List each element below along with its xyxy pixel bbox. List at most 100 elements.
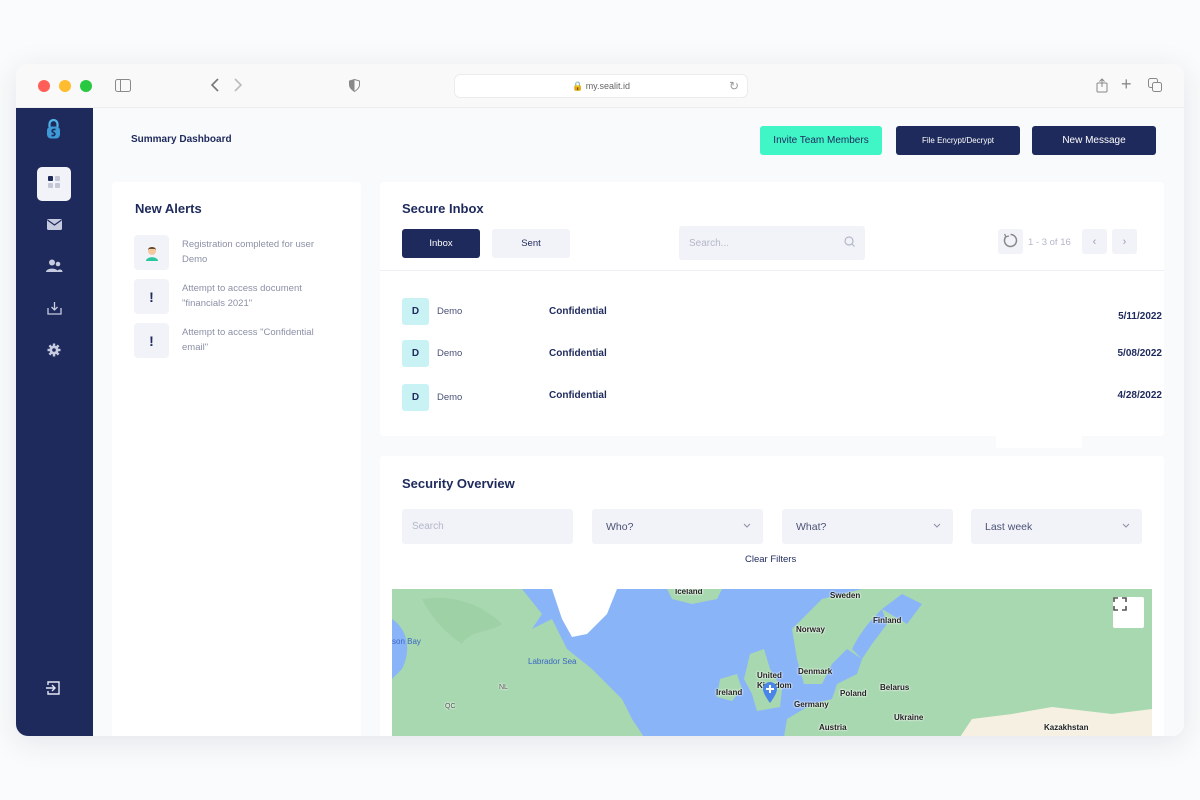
- inbox-title: Secure Inbox: [402, 201, 484, 216]
- map-label: QC: [445, 703, 456, 710]
- map-label: Sweden: [830, 591, 861, 600]
- inbox-search-input[interactable]: Search...: [679, 226, 865, 260]
- message-date: 5/11/2022: [1118, 311, 1162, 322]
- maximize-window-button[interactable]: [80, 80, 92, 92]
- tabs-overview-icon[interactable]: [1148, 78, 1162, 94]
- address-bar[interactable]: 🔒 my.sealit.id ↻: [454, 74, 748, 98]
- search-placeholder: Search: [412, 521, 444, 532]
- alert-text: Attempt to access "Confidential email": [182, 327, 314, 353]
- map-label: NL: [499, 684, 508, 691]
- period-filter-value: Last week: [985, 520, 1033, 533]
- sidebar-item-settings[interactable]: [37, 335, 71, 369]
- logout-button[interactable]: [46, 681, 60, 700]
- tab-sent[interactable]: Sent: [492, 229, 570, 258]
- map-label: Poland: [840, 689, 867, 698]
- message-subject: Confidential: [549, 348, 607, 359]
- map-label: Labrador Sea: [528, 657, 577, 666]
- forward-icon[interactable]: [233, 78, 243, 94]
- message-row[interactable]: D Demo Confidential 4/28/2022: [402, 384, 1162, 412]
- refresh-icon: [1003, 233, 1018, 251]
- activity-map[interactable]: Iceland Sweden Finland Norway son Bay La…: [392, 589, 1152, 736]
- search-icon[interactable]: [844, 236, 855, 250]
- message-row[interactable]: D Demo Confidential 5/08/2022: [402, 340, 1162, 368]
- main-content: Summary Dashboard Invite Team Members Fi…: [93, 108, 1184, 736]
- map-label: Ireland: [716, 688, 743, 697]
- user-avatar-icon: [134, 235, 169, 270]
- map-label: Finland: [873, 616, 902, 625]
- reload-icon[interactable]: ↻: [729, 75, 739, 97]
- refresh-button[interactable]: [998, 229, 1023, 254]
- security-search-input[interactable]: Search: [402, 509, 573, 544]
- exclamation-icon: !: [134, 279, 169, 314]
- browser-window: 🔒 my.sealit.id ↻ + Summary Dashboard Inv…: [16, 64, 1184, 736]
- dashboard-icon: [48, 175, 60, 193]
- browser-toolbar: 🔒 my.sealit.id ↻ +: [16, 64, 1184, 108]
- fullscreen-button[interactable]: [1113, 597, 1144, 628]
- map-label: Belarus: [880, 683, 910, 692]
- page-title: Summary Dashboard: [131, 134, 232, 145]
- lock-icon: 🔒: [571, 81, 584, 91]
- chevron-right-icon: ›: [1122, 235, 1127, 248]
- message-row[interactable]: D Demo Confidential 5/11/2022: [402, 298, 1162, 326]
- sealit-logo-icon[interactable]: [46, 118, 61, 145]
- back-icon[interactable]: [210, 78, 220, 95]
- prev-page-button[interactable]: ‹: [1082, 229, 1107, 254]
- chevron-down-icon: [1122, 520, 1130, 530]
- security-title: Security Overview: [402, 476, 515, 491]
- map-land-greenland: [552, 589, 617, 637]
- sender-name: Demo: [437, 306, 463, 317]
- map-label: Norway: [796, 625, 825, 634]
- message-subject: Confidential: [549, 390, 607, 401]
- sender-avatar: D: [402, 340, 429, 367]
- minimize-window-button[interactable]: [59, 80, 71, 92]
- file-encrypt-decrypt-button[interactable]: File Encrypt/Decrypt: [896, 126, 1020, 155]
- new-message-button[interactable]: New Message: [1032, 126, 1156, 155]
- who-filter-value: Who?: [606, 520, 634, 533]
- next-page-button[interactable]: ›: [1112, 229, 1137, 254]
- download-icon: [46, 301, 62, 320]
- message-date: 4/28/2022: [1117, 390, 1163, 401]
- share-icon[interactable]: [1096, 78, 1108, 95]
- url-text: my.sealit.id: [585, 81, 631, 91]
- map-label: Austria: [819, 723, 847, 732]
- map-label: Ukraine: [894, 713, 924, 722]
- sidebar-item-downloads[interactable]: [37, 293, 71, 327]
- what-filter-select[interactable]: What?: [782, 509, 953, 544]
- users-icon: [45, 259, 63, 277]
- sidebar-item-users[interactable]: [37, 251, 71, 285]
- message-subject: Confidential: [549, 306, 607, 317]
- search-placeholder: Search...: [689, 237, 730, 249]
- alerts-title: New Alerts: [135, 201, 202, 216]
- map-label: son Bay: [392, 637, 421, 646]
- logout-icon: [46, 681, 60, 699]
- sender-name: Demo: [437, 348, 463, 359]
- divider: [380, 270, 1164, 271]
- new-tab-icon[interactable]: +: [1121, 75, 1132, 93]
- sidebar-toggle-icon[interactable]: [115, 79, 131, 94]
- new-alerts-card: New Alerts Registration completed for us…: [112, 182, 361, 736]
- chevron-down-icon: [933, 520, 941, 530]
- map-terrain: [392, 589, 1152, 736]
- who-filter-select[interactable]: Who?: [592, 509, 763, 544]
- tab-inbox[interactable]: Inbox: [402, 229, 480, 258]
- mail-icon: [46, 217, 62, 235]
- what-filter-value: What?: [796, 520, 827, 533]
- pagination-label: 1 - 3 of 16: [1028, 237, 1071, 248]
- secure-inbox-card: Secure Inbox Inbox Sent Search... 1 - 3 …: [380, 182, 1164, 436]
- sidebar: [16, 108, 93, 736]
- privacy-shield-icon[interactable]: [349, 78, 360, 94]
- sidebar-item-dashboard[interactable]: [37, 167, 71, 201]
- map-label: Germany: [794, 700, 829, 709]
- close-window-button[interactable]: [38, 80, 50, 92]
- alert-text: Attempt to access document "financials 2…: [182, 283, 302, 309]
- clear-filters-link[interactable]: Clear Filters: [745, 554, 796, 565]
- invite-team-members-button[interactable]: Invite Team Members: [760, 126, 882, 155]
- map-label: Kazakhstan: [1044, 723, 1089, 732]
- sender-avatar: D: [402, 384, 429, 411]
- sidebar-item-messages[interactable]: [37, 209, 71, 243]
- map-label: Iceland: [675, 589, 703, 596]
- chevron-left-icon: ‹: [1092, 235, 1097, 248]
- message-date: 5/08/2022: [1117, 348, 1163, 359]
- alert-text: Registration completed for user Demo: [182, 239, 315, 265]
- period-filter-select[interactable]: Last week: [971, 509, 1142, 544]
